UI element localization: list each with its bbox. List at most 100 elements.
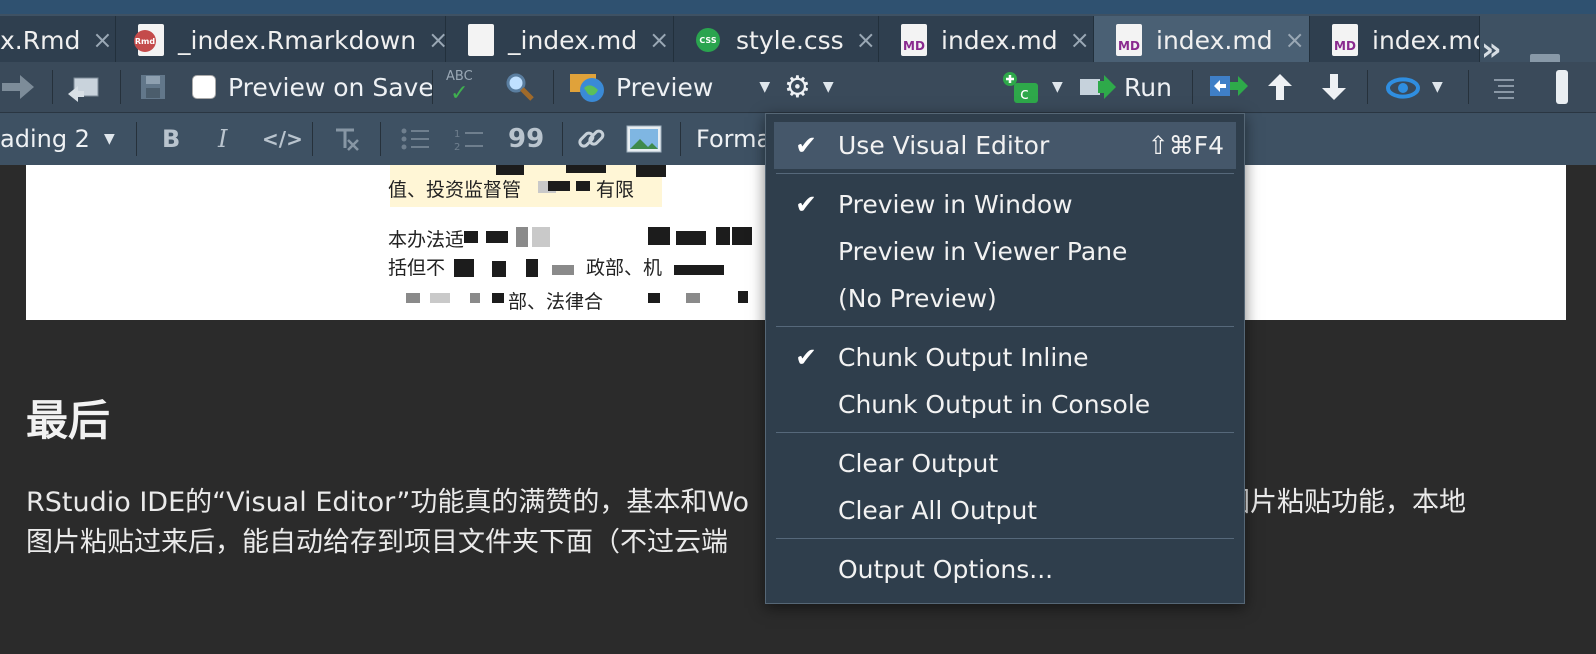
arrow-down-icon[interactable] bbox=[1320, 62, 1348, 112]
tab-label: style.css bbox=[736, 25, 844, 55]
format-menu[interactable]: Forma bbox=[696, 113, 771, 165]
publish-button[interactable]: ▼ bbox=[1384, 62, 1443, 112]
show-in-window-icon[interactable] bbox=[66, 62, 102, 112]
bullet-list-icon[interactable] bbox=[400, 113, 430, 165]
doc-line-2: 本办法适 bbox=[388, 229, 465, 251]
tab-overflow-icon[interactable]: » bbox=[1481, 30, 1502, 62]
italic-button[interactable]: I bbox=[218, 113, 227, 165]
code-button[interactable]: </> bbox=[262, 113, 303, 165]
clear-formatting-icon[interactable] bbox=[330, 113, 360, 165]
chevron-down-icon: ▼ bbox=[822, 79, 834, 95]
rerun-previous-icon[interactable] bbox=[1208, 62, 1250, 112]
menu-divider bbox=[776, 432, 1234, 433]
menu-item-label: Preview in Window bbox=[838, 190, 1073, 219]
tab-index-md-1[interactable]: MD index.md × bbox=[879, 16, 1094, 62]
heading-select[interactable]: ading 2 ▼ bbox=[0, 113, 115, 165]
preview-globe-icon bbox=[570, 74, 604, 102]
tab-index-md-3[interactable]: MD index.md bbox=[1310, 16, 1480, 62]
doc-line-1-tail: 有限 bbox=[596, 179, 635, 201]
tab-label: index.md bbox=[941, 25, 1058, 55]
close-icon[interactable]: × bbox=[92, 26, 112, 54]
close-icon[interactable]: × bbox=[856, 26, 876, 54]
preview-button[interactable]: Preview ▼ bbox=[568, 62, 770, 112]
menu-item-clear-all-output[interactable]: Clear All Output bbox=[774, 487, 1236, 534]
preview-label: Preview bbox=[616, 72, 714, 102]
chevron-down-icon: ▼ bbox=[103, 131, 115, 147]
gear-icon: ⚙ bbox=[784, 69, 811, 105]
toolbar-overflow[interactable] bbox=[1556, 62, 1568, 112]
menu-item-shortcut: ⇧⌘F4 bbox=[1147, 131, 1224, 160]
close-icon[interactable]: × bbox=[1070, 26, 1090, 54]
rmd-file-icon bbox=[134, 24, 164, 56]
doc-line-1: 值、投资监督管 bbox=[388, 179, 522, 201]
tab-x-rmd[interactable]: x.Rmd × bbox=[0, 16, 116, 62]
tab-style-css[interactable]: style.css × bbox=[674, 16, 879, 62]
menu-item-label: Output Options... bbox=[838, 555, 1054, 584]
menu-item-label: Preview in Viewer Pane bbox=[838, 237, 1128, 266]
paragraph-line-1-start: RStudio IDE的“Visual Editor”功能真的满赞的，基本和Wo bbox=[26, 487, 749, 518]
menu-item-label: Use Visual Editor bbox=[838, 131, 1050, 160]
doc-line-4: 部、法律合 bbox=[508, 291, 604, 313]
menu-item-output-options[interactable]: Output Options... bbox=[774, 546, 1236, 593]
checkbox-box[interactable] bbox=[192, 75, 216, 99]
menu-divider bbox=[776, 538, 1234, 539]
run-button[interactable]: Run bbox=[1078, 62, 1172, 112]
menu-item-preview-in-window[interactable]: ✔ Preview in Window bbox=[774, 181, 1236, 228]
menu-item-use-visual-editor[interactable]: ✔ Use Visual Editor ⇧⌘F4 bbox=[774, 122, 1236, 169]
chevron-down-icon[interactable]: ▼ bbox=[1052, 79, 1063, 95]
chevron-down-icon[interactable]: ▼ bbox=[1432, 79, 1443, 95]
editor-toolbar: Preview on Save ABC ✓ Preview ▼ ⚙ ▼ c ▼ … bbox=[0, 62, 1596, 113]
tab-label: _index.Rmarkdown bbox=[178, 25, 417, 55]
outline-icon[interactable] bbox=[1488, 62, 1518, 112]
forward-arrow-icon[interactable] bbox=[0, 62, 36, 112]
bold-button[interactable]: B bbox=[162, 113, 180, 165]
checkmark-icon: ✔ bbox=[795, 189, 817, 220]
insert-image-icon[interactable] bbox=[626, 113, 662, 165]
menu-item-no-preview[interactable]: (No Preview) bbox=[774, 275, 1236, 322]
numbered-list-icon[interactable]: 12 bbox=[454, 113, 484, 165]
find-replace-icon[interactable] bbox=[504, 62, 536, 112]
link-icon[interactable] bbox=[576, 113, 608, 165]
tab-index-md-active[interactable]: MD index.md × bbox=[1094, 16, 1310, 62]
css-file-icon bbox=[696, 24, 722, 56]
run-label: Run bbox=[1124, 72, 1172, 102]
svg-text:2: 2 bbox=[454, 142, 460, 152]
tab-index-md-plain[interactable]: _index.md × bbox=[446, 16, 674, 62]
insert-chunk-button[interactable]: c ▼ bbox=[1000, 62, 1063, 112]
heading-select-value: ading 2 bbox=[0, 125, 90, 153]
menu-item-preview-in-viewer-pane[interactable]: Preview in Viewer Pane bbox=[774, 228, 1236, 275]
md-file-icon: MD bbox=[901, 24, 927, 56]
md-file-icon: MD bbox=[1116, 24, 1142, 56]
menu-item-clear-output[interactable]: Clear Output bbox=[774, 440, 1236, 487]
spellcheck-icon[interactable]: ABC ✓ bbox=[446, 62, 473, 112]
menu-item-chunk-output-inline[interactable]: ✔ Chunk Output Inline bbox=[774, 334, 1236, 381]
paragraph-line-2-start: 图片粘贴过来后，能自动给存到项目文件夹下面（不过云端 bbox=[26, 527, 728, 558]
chevron-down-icon[interactable]: ▼ bbox=[759, 79, 770, 95]
menu-item-chunk-output-in-console[interactable]: Chunk Output in Console bbox=[774, 381, 1236, 428]
menu-item-label: Clear Output bbox=[838, 449, 999, 478]
menu-item-label: Chunk Output Inline bbox=[838, 343, 1089, 372]
menu-item-label: Clear All Output bbox=[838, 496, 1038, 525]
menu-item-label: (No Preview) bbox=[838, 284, 997, 313]
editor-tab-bar: x.Rmd × _index.Rmarkdown × _index.md × s… bbox=[0, 0, 1596, 62]
preview-on-save-checkbox[interactable]: Preview on Save bbox=[192, 62, 434, 112]
tab-index-rmarkdown[interactable]: _index.Rmarkdown × bbox=[116, 16, 448, 62]
arrow-up-icon[interactable] bbox=[1266, 62, 1294, 112]
save-icon[interactable] bbox=[138, 62, 168, 112]
tab-label: index.md bbox=[1372, 25, 1480, 55]
tab-label: index.md bbox=[1156, 25, 1273, 55]
checkmark-icon: ✔ bbox=[795, 130, 817, 161]
checkmark-icon: ✔ bbox=[795, 342, 817, 373]
preview-on-save-label: Preview on Save bbox=[228, 72, 434, 102]
minimize-pane-icon[interactable] bbox=[1530, 54, 1560, 62]
insert-chunk-icon: c bbox=[1003, 72, 1038, 103]
blank-file-icon bbox=[468, 24, 494, 56]
close-icon[interactable]: × bbox=[649, 26, 669, 54]
doc-line-3-mid: 政部、机 bbox=[586, 257, 663, 279]
close-icon[interactable]: × bbox=[1285, 26, 1305, 54]
doc-line-3: 括但不 bbox=[388, 257, 446, 279]
gear-menu-button[interactable]: ⚙ ▼ bbox=[784, 62, 834, 112]
tab-label: _index.md bbox=[508, 25, 638, 55]
blockquote-button[interactable]: 99 bbox=[508, 113, 544, 165]
editor-options-menu: ✔ Use Visual Editor ⇧⌘F4 ✔ Preview in Wi… bbox=[765, 113, 1245, 604]
